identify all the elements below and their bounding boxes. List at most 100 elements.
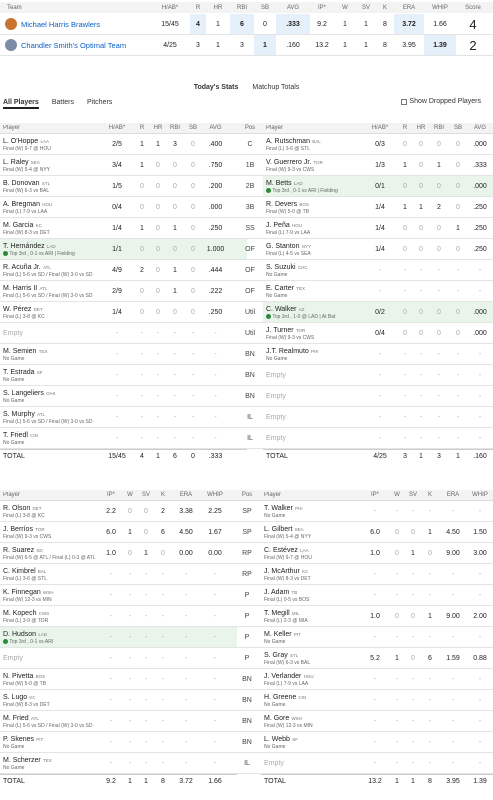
player-name[interactable]: J. Adam (264, 589, 289, 596)
player-row[interactable]: S. Murphy ATL Final (L) 5-6 vs SD / Final… (0, 407, 247, 428)
player-row[interactable]: T. Megill MIL Final (L) 2-3 @ MIA 1.0 0 0 1 9.… (261, 606, 493, 627)
player-name[interactable]: M. Fried (3, 715, 29, 722)
player-row[interactable]: S. Langeliers OAK No Game - - - - - - (0, 386, 247, 407)
player-row[interactable]: L. Webb SF No Game - - - - - - (261, 732, 493, 753)
player-name[interactable]: R. Olson (3, 505, 30, 512)
player-cell[interactable]: T. Megill MIL Final (L) 2-3 @ MIA (261, 608, 361, 624)
player-row[interactable]: M. Keller PIT No Game - - - - - - (261, 627, 493, 648)
player-cell[interactable]: L. O'Hoppe LAA Final (W) 9-7 @ HOU (0, 136, 100, 152)
player-name[interactable]: P. Skenes (3, 736, 34, 743)
empty-slot[interactable]: Empty (266, 393, 363, 400)
player-name[interactable]: A. Bregman (3, 201, 40, 208)
player-name[interactable]: A. Rutschman (266, 138, 310, 145)
player-name[interactable]: T. Walker (264, 505, 293, 512)
player-name[interactable]: M. Gore (264, 715, 289, 722)
player-row[interactable]: M. Betts LAD Top 3rd , 0-1 vs ARI | Fiel… (263, 176, 493, 197)
player-row[interactable]: J. Peña HOU Final (L) 7-9 vs LAA 1/4 0 0 0 1.2… (263, 218, 493, 239)
player-row[interactable]: M. Kopech CWS Final (L) 3-9 @ TOR - - - - - - (0, 606, 237, 627)
player-row[interactable]: L. Gilbert SEA Final (W) 5-4 @ NYY 6.0 0 0 1 4… (261, 522, 493, 543)
player-row[interactable]: G. Stanton NYY Final (L) 4-5 vs SEA 1/4 0 0 0… (263, 239, 493, 260)
player-name[interactable]: M. Betts (266, 180, 292, 187)
player-cell[interactable]: S. Murphy ATL Final (L) 5-6 vs SD / Final… (0, 409, 100, 425)
team-name-cell[interactable]: Chandler Smith's Optimal Team (0, 39, 150, 51)
empty-slot[interactable]: Empty (3, 330, 100, 337)
player-cell[interactable]: V. Guerrero Jr. TOR Final (W) 9-3 vs CWS (263, 157, 363, 173)
player-cell[interactable]: T. Walker PHI No Game (261, 503, 361, 519)
player-row[interactable]: Empty - - - - - - (263, 365, 493, 386)
player-cell[interactable]: Empty (263, 414, 363, 421)
player-row[interactable]: Empty - - - - - - (263, 407, 493, 428)
player-name[interactable]: L. O'Hoppe (3, 138, 38, 145)
player-name[interactable]: T. Friedl (3, 432, 28, 439)
player-name[interactable]: B. Donovan (3, 180, 40, 187)
player-name[interactable]: J. Berríos (3, 526, 33, 533)
player-cell[interactable]: J. Turner TOR Final (W) 9-3 vs CWS (263, 325, 363, 341)
player-row[interactable]: P. Skenes PIT No Game - - - - - - (0, 732, 237, 753)
player-cell[interactable]: R. Acuña Jr. ATL Final (L) 5-6 vs SD / Fi… (0, 262, 100, 278)
player-name[interactable]: L. Gilbert (264, 526, 292, 533)
player-row[interactable]: S. Lugo KC Final (W) 8-3 vs DET - - - - - - (0, 690, 237, 711)
player-cell[interactable]: L. Webb SF No Game (261, 734, 361, 750)
checkbox-icon[interactable] (401, 98, 408, 105)
player-row[interactable]: Empty - - - - - - (0, 648, 237, 669)
player-cell[interactable]: T. Friedl CIN No Game (0, 430, 100, 446)
show-dropped-toggle[interactable]: Show Dropped Players (401, 98, 481, 105)
player-cell[interactable]: C. Estévez LAA Final (W) 9-7 @ HOU (261, 545, 361, 561)
player-name[interactable]: M. Semien (3, 348, 36, 355)
player-cell[interactable]: A. Rutschman BAL Final (L) 3-6 @ STL (263, 136, 363, 152)
player-row[interactable]: D. Hudson LAD Top 3rd , 0-1 vs ARI - - - - - - (0, 627, 237, 648)
player-name[interactable]: T. Estrada (3, 369, 35, 376)
player-cell[interactable]: M. Kopech CWS Final (L) 3-9 @ TOR (0, 608, 100, 624)
empty-slot[interactable]: Empty (266, 372, 363, 379)
player-row[interactable]: J. Turner TOR Final (W) 9-3 vs CWS 0/4 0 0 0 0… (263, 323, 493, 344)
tab-todays-stats[interactable]: Today's Stats (194, 84, 239, 91)
empty-slot[interactable]: Empty (264, 760, 361, 767)
player-row[interactable]: M. Gore WSH Final (W) 12-3 vs MIN - - - - - - (261, 711, 493, 732)
player-row[interactable]: J. Verlander HOU Final (L) 7-9 vs LAA - - - -… (261, 669, 493, 690)
player-row[interactable]: M. Garcia KC Final (W) 8-3 vs DET 1/4 1 0 1 0.… (0, 218, 247, 239)
tab-matchup-totals[interactable]: Matchup Totals (252, 84, 299, 91)
player-cell[interactable]: Empty (263, 435, 363, 442)
empty-slot[interactable]: Empty (266, 435, 363, 442)
player-cell[interactable]: B. Donovan STL Final (W) 6-3 vs BAL (0, 178, 100, 194)
player-row[interactable]: T. Estrada SF No Game - - - - - - (0, 365, 247, 386)
player-cell[interactable]: G. Stanton NYY Final (L) 4-5 vs SEA (263, 241, 363, 257)
tab-pitchers[interactable]: Pitchers (87, 99, 112, 109)
player-cell[interactable]: S. Lugo KC Final (W) 8-3 vs DET (0, 692, 100, 708)
player-cell[interactable]: C. Kimbrel BAL Final (L) 3-6 @ STL (0, 566, 100, 582)
player-cell[interactable]: M. Keller PIT No Game (261, 629, 361, 645)
player-cell[interactable]: P. Skenes PIT No Game (0, 734, 100, 750)
player-name[interactable]: V. Guerrero Jr. (266, 159, 311, 166)
player-cell[interactable]: S. Langeliers OAK No Game (0, 388, 100, 404)
player-cell[interactable]: R. Olson DET Final (L) 3-8 @ KC (0, 503, 100, 519)
player-name[interactable]: D. Hudson (3, 631, 36, 638)
player-row[interactable]: C. Walker AZ Top 3rd , 1-0 @ LAD | At Ba… (263, 302, 493, 323)
player-cell[interactable]: S. Gray STL Final (W) 6-3 vs BAL (261, 650, 361, 666)
player-name[interactable]: N. Pivetta (3, 673, 33, 680)
player-cell[interactable]: H. Greene CIN No Game (261, 692, 361, 708)
player-row[interactable]: E. Carter TEX No Game - - - - - - (263, 281, 493, 302)
player-name[interactable]: C. Kimbrel (3, 568, 36, 575)
player-cell[interactable]: Empty (261, 760, 361, 767)
player-row[interactable]: L. Raley SEA Final (W) 5-4 @ NYY 3/4 1 0 0 0.7… (0, 155, 247, 176)
player-name[interactable]: J. Verlander (264, 673, 301, 680)
player-row[interactable]: M. Semien TEX No Game - - - - - - (0, 344, 247, 365)
player-name[interactable]: S. Langeliers (3, 390, 44, 397)
team-name[interactable]: Michael Harris Brawlers (21, 20, 100, 29)
player-name[interactable]: C. Walker (266, 306, 296, 313)
player-cell[interactable]: R. Devers BOS Final (W) 5-0 @ TB (263, 199, 363, 215)
player-row[interactable]: V. Guerrero Jr. TOR Final (W) 9-3 vs CWS 1… (263, 155, 493, 176)
player-row[interactable]: M. Fried ATL Final (L) 5-6 vs SD / Final … (0, 711, 237, 732)
player-cell[interactable]: T. Hernández LAD Top 3rd , 0-1 vs ARI | … (0, 241, 100, 257)
team-name[interactable]: Chandler Smith's Optimal Team (21, 41, 126, 50)
player-row[interactable]: T. Hernández LAD Top 3rd , 0-1 vs ARI | … (0, 239, 247, 260)
player-row[interactable]: B. Donovan STL Final (W) 6-3 vs BAL 1/5 0 0 0… (0, 176, 247, 197)
player-name[interactable]: M. Harris II (3, 285, 37, 292)
player-cell[interactable]: C. Walker AZ Top 3rd , 1-0 @ LAD | At Ba… (263, 304, 363, 320)
player-cell[interactable]: N. Pivetta BOS Final (W) 5-0 @ TB (0, 671, 100, 687)
player-name[interactable]: R. Suarez (3, 547, 34, 554)
player-cell[interactable]: J. Berríos TOR Final (W) 9-3 vs CWS (0, 524, 100, 540)
player-name[interactable]: S. Lugo (3, 694, 27, 701)
player-name[interactable]: J.T. Realmuto (266, 348, 309, 355)
player-cell[interactable]: Empty (263, 393, 363, 400)
